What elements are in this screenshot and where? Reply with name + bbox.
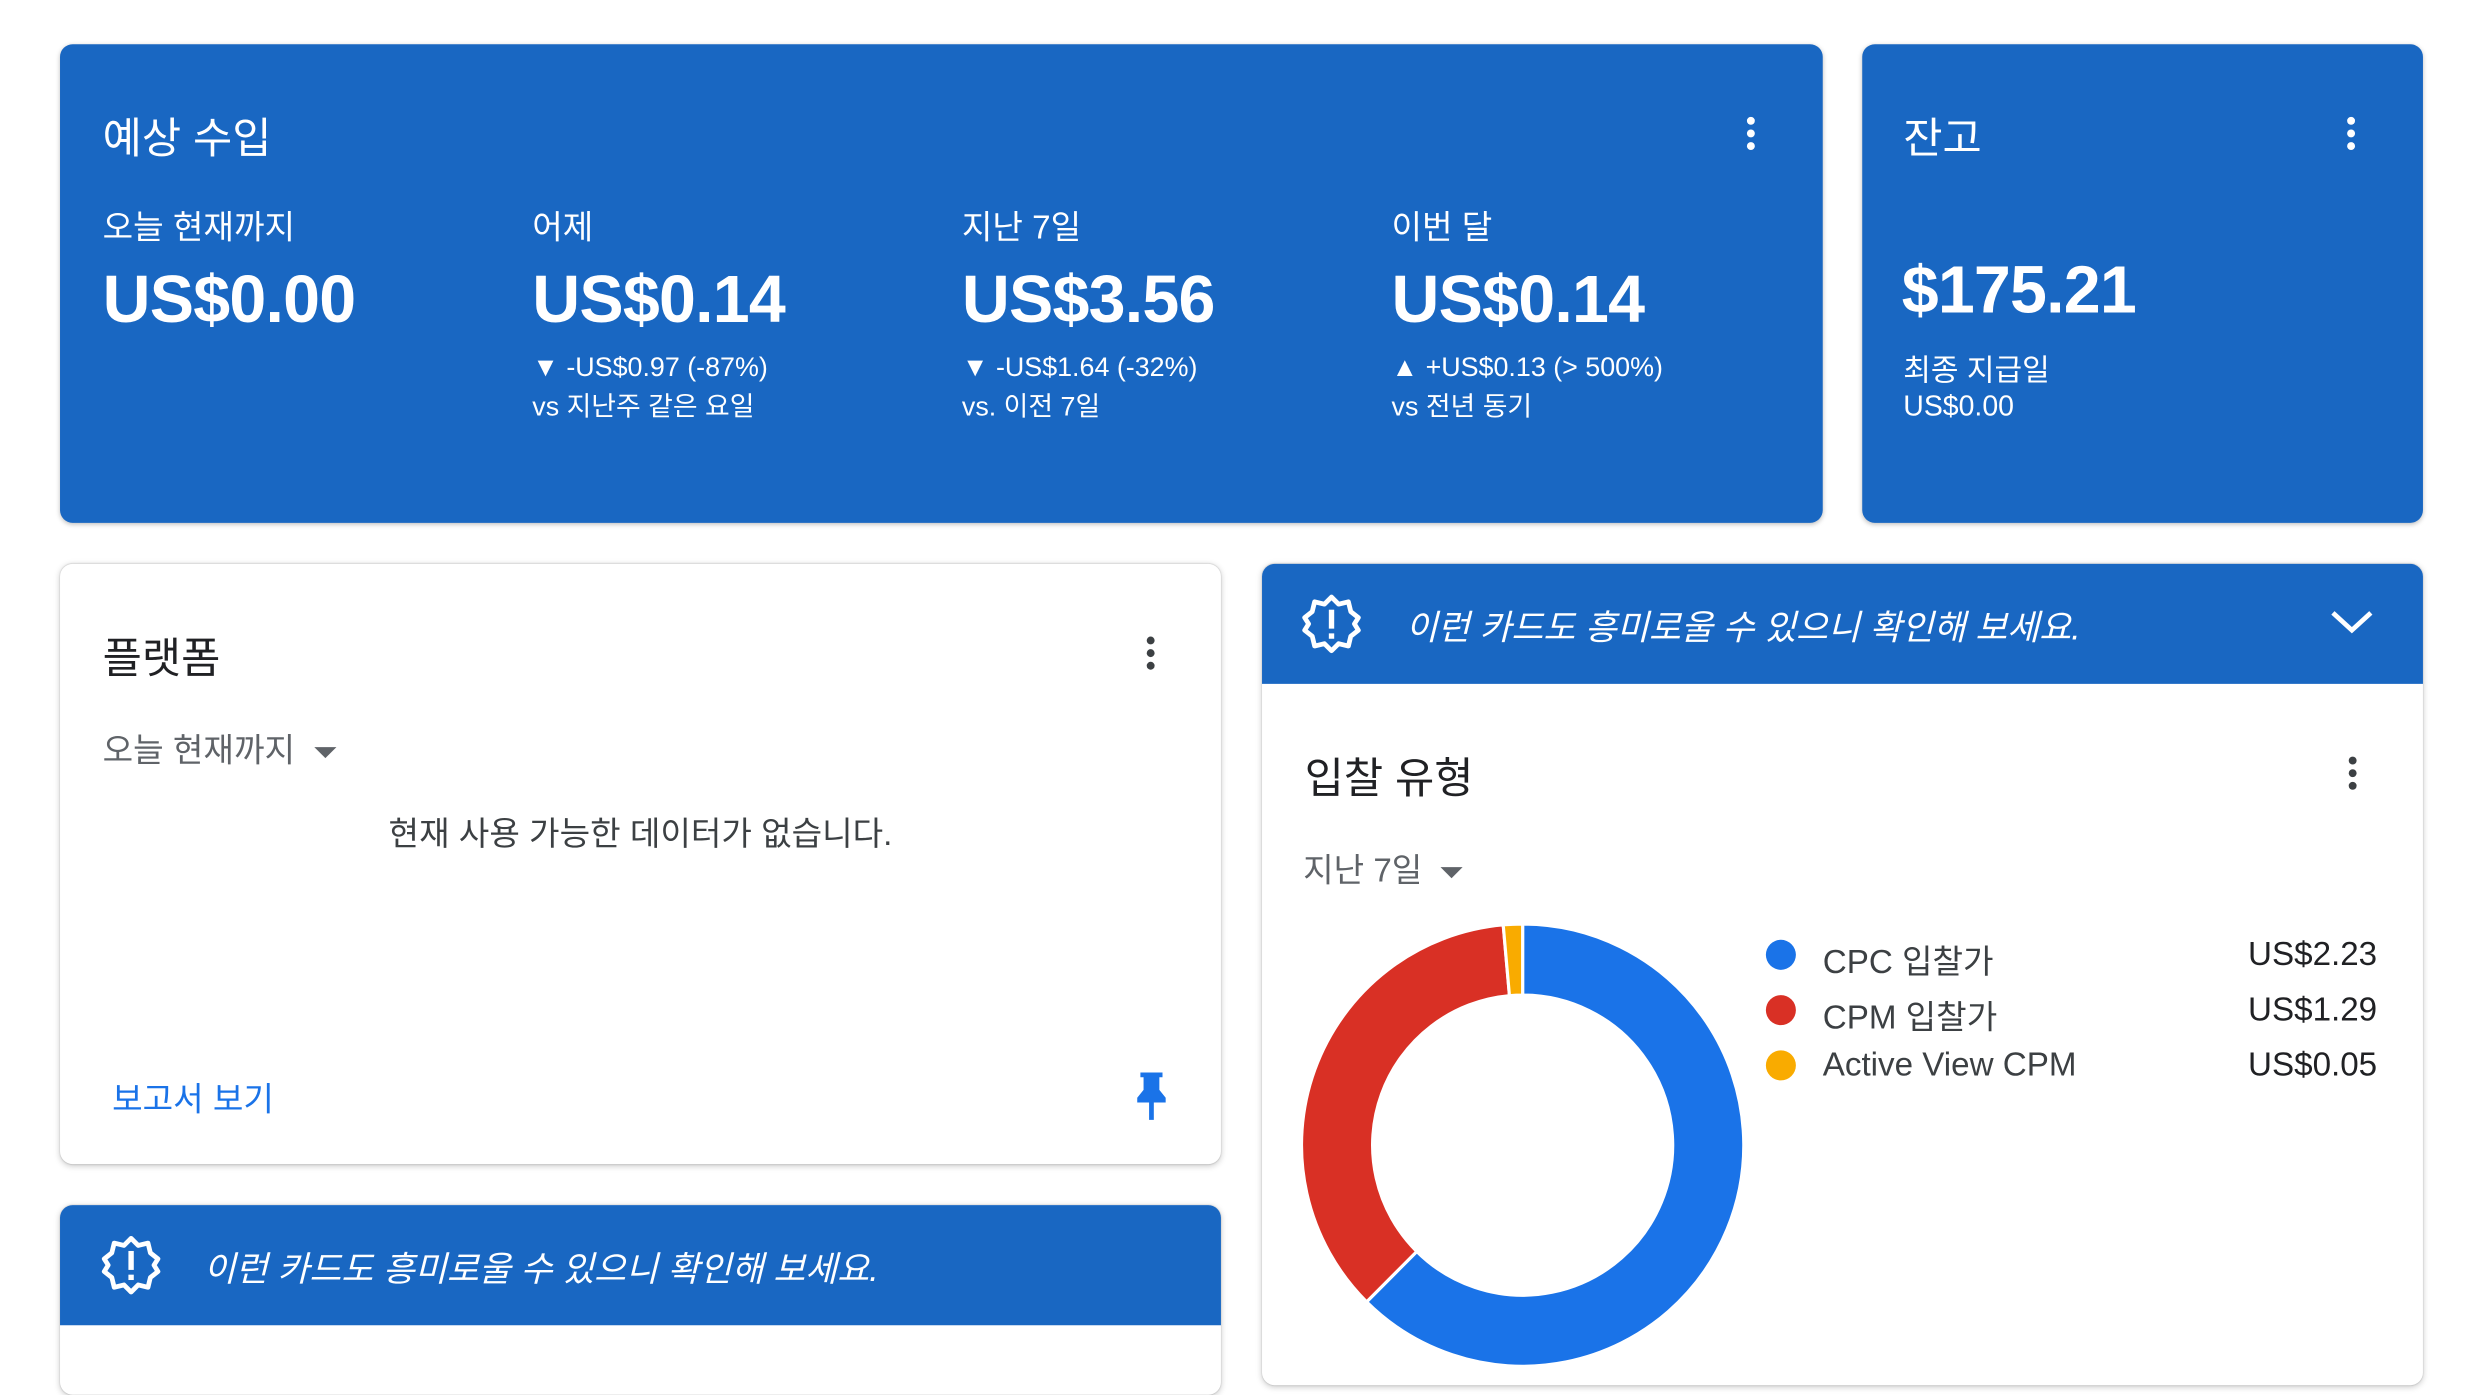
bid-type-card: 이런 카드도 흥미로울 수 있으니 확인해 보세요. 입찰 유형 지난 7일 C… — [1262, 563, 2423, 1386]
estimated-earnings-card: 예상 수입 오늘 현재까지 US$0.00 어제 US$0.14 ▼ -US$0… — [60, 44, 1823, 523]
suggestion-text: 이런 카드도 흥미로울 수 있으니 확인해 보세요. — [203, 1249, 879, 1289]
legend-item[interactable]: Active View CPM US$0.05 — [1765, 1047, 2378, 1091]
card-title: 잔고 — [1903, 115, 1982, 163]
metric-delta: ▼ -US$1.64 (-32%) — [961, 352, 1198, 383]
legend-item[interactable]: CPC 입찰가 US$2.23 — [1765, 936, 2378, 981]
caret-down-icon — [1441, 867, 1464, 879]
balance-amount: $175.21 — [1901, 252, 2137, 327]
card-title: 입찰 유형 — [1304, 755, 1474, 803]
metric-this-month[interactable]: 이번 달 US$0.14 ▲ +US$0.13 (> 500%) vs 전년 동… — [1392, 202, 1663, 426]
metric-compare: vs 지난주 같은 요일 — [532, 391, 755, 422]
legend-item[interactable]: CPM 입찰가 US$1.29 — [1765, 991, 2378, 1037]
alert-badge-icon — [101, 1235, 161, 1295]
bid-type-donut-chart — [1299, 922, 1746, 1368]
metric-label: 오늘 현재까지 — [102, 210, 295, 247]
metric-delta: ▲ +US$0.13 (> 500%) — [1391, 352, 1663, 383]
metric-today[interactable]: 오늘 현재까지 US$0.00 — [103, 202, 356, 338]
suggestion-header[interactable]: 이런 카드도 흥미로울 수 있으니 확인해 보세요. — [60, 1205, 1221, 1326]
date-range-label: 오늘 현재까지 — [102, 732, 295, 770]
metric-label: 지난 7일 — [961, 210, 1082, 247]
date-range-dropdown[interactable]: 오늘 현재까지 — [102, 725, 337, 772]
more-options-icon[interactable] — [1133, 630, 1171, 677]
alert-badge-icon — [1302, 594, 1362, 654]
metric-value: US$3.56 — [961, 262, 1215, 337]
legend-label: CPC 입찰가 — [1822, 944, 1994, 981]
balance-card: 잔고 $175.21 최종 지급일 US$0.00 — [1862, 44, 2423, 523]
legend-value: US$0.05 — [2248, 1047, 2378, 1084]
metric-delta: ▼ -US$0.97 (-87%) — [532, 352, 768, 383]
metric-compare: vs. 이전 7일 — [961, 391, 1101, 422]
dashboard: 예상 수입 오늘 현재까지 US$0.00 어제 US$0.14 ▼ -US$0… — [0, 0, 2475, 1395]
metric-last-7-days[interactable]: 지난 7일 US$3.56 ▼ -US$1.64 (-32%) vs. 이전 7… — [962, 202, 1215, 426]
date-range-dropdown[interactable]: 지난 7일 — [1303, 845, 1464, 892]
legend-dot-cpm — [1765, 995, 1796, 1026]
legend-label: CPM 입찰가 — [1822, 999, 1998, 1037]
date-range-label: 지난 7일 — [1303, 852, 1423, 890]
metric-value: US$0.14 — [532, 262, 785, 337]
last-payment-value: US$0.00 — [1903, 390, 2014, 422]
legend-value: US$1.29 — [2248, 991, 2378, 1029]
card-title: 예상 수입 — [102, 115, 272, 163]
metric-value: US$0.14 — [1391, 262, 1645, 337]
suggestion-card: 이런 카드도 흥미로울 수 있으니 확인해 보세요. — [60, 1205, 1221, 1395]
metric-yesterday[interactable]: 어제 US$0.14 ▼ -US$0.97 (-87%) vs 지난주 같은 요… — [532, 202, 785, 426]
caret-down-icon — [313, 747, 337, 759]
legend-label: Active View CPM — [1822, 1047, 2077, 1084]
metric-compare: vs 전년 동기 — [1391, 391, 1533, 422]
suggestion-header[interactable]: 이런 카드도 흥미로울 수 있으니 확인해 보세요. — [1262, 563, 2423, 684]
metric-label: 어제 — [532, 210, 594, 247]
legend-dot-active-view — [1765, 1050, 1796, 1081]
metric-label: 이번 달 — [1391, 210, 1493, 247]
empty-state-message: 현재 사용 가능한 데이터가 없습니다. — [388, 816, 893, 853]
platform-card: 플랫폼 오늘 현재까지 현재 사용 가능한 데이터가 없습니다. 보고서 보기 — [60, 563, 1221, 1165]
more-options-icon[interactable] — [2333, 111, 2371, 158]
more-options-icon[interactable] — [1733, 111, 1771, 158]
more-options-icon[interactable] — [2335, 750, 2373, 797]
view-report-link[interactable]: 보고서 보기 — [112, 1074, 274, 1121]
last-payment-label: 최종 지급일 — [1903, 355, 2050, 389]
metric-value: US$0.00 — [102, 262, 356, 337]
card-title: 플랫폼 — [102, 634, 221, 683]
pin-icon[interactable] — [1134, 1069, 1169, 1123]
donut-slice-2[interactable] — [1299, 923, 1512, 1305]
suggestion-text: 이런 카드도 흥미로울 수 있으니 확인해 보세요. — [1405, 608, 2081, 648]
legend-dot-cpc — [1765, 939, 1796, 970]
chevron-down-icon[interactable] — [2330, 607, 2374, 639]
legend-value: US$2.23 — [2248, 936, 2378, 973]
